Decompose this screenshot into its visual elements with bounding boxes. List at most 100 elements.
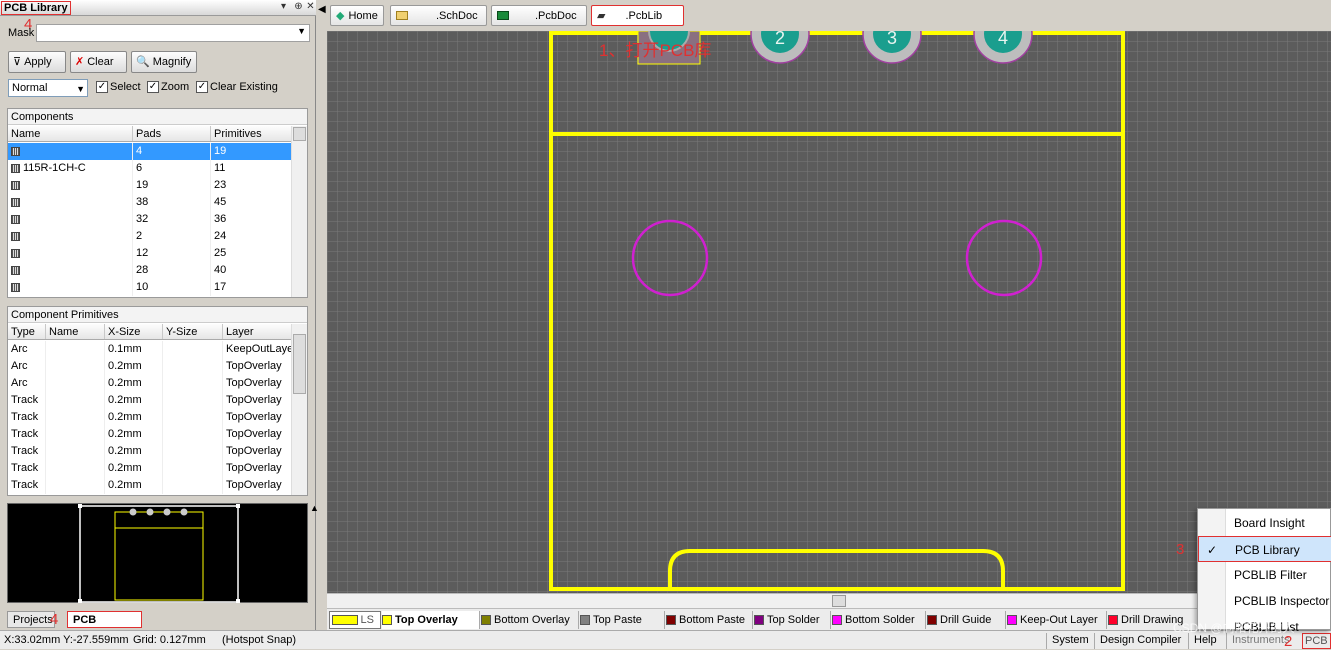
layer-tab[interactable]: Top Solder: [754, 611, 831, 629]
table-row[interactable]: 19 23: [8, 177, 292, 194]
layer-tab[interactable]: Top Paste: [580, 611, 665, 629]
primitive-ysize: [163, 358, 223, 375]
menu-item-label: Board Insight: [1234, 516, 1305, 530]
snap-mode: (Hotspot Snap): [222, 634, 296, 646]
layer-tab[interactable]: Bottom Paste: [666, 611, 753, 629]
mask-label: Mask: [8, 27, 35, 39]
table-row[interactable]: Arc 0.2mm TopOverlay: [8, 375, 292, 392]
col-ysize[interactable]: Y-Size: [163, 324, 223, 339]
tab-pcb-library[interactable]: PCB Library: [67, 611, 142, 642]
layer-color-swatch: [580, 615, 590, 625]
tab-schdoc[interactable]: .SchDoc: [390, 5, 487, 26]
primitive-type: Arc: [8, 358, 46, 375]
primitive-ysize: [163, 460, 223, 477]
scroll-thumb[interactable]: [293, 334, 306, 394]
clear-existing-checkbox[interactable]: ✓ Clear Existing: [196, 81, 278, 93]
pcb-canvas[interactable]: 2 3 4 1、打开PCB库: [327, 4, 1331, 593]
menu-item[interactable]: ✓ PCB Library: [1198, 536, 1331, 562]
menu-item[interactable]: Board Insight: [1198, 510, 1331, 536]
layer-tab-label: Top Overlay: [395, 614, 458, 626]
zoom-checkbox[interactable]: ✓ Zoom: [147, 81, 189, 93]
table-row[interactable]: Track 0.2mm TopOverlay: [8, 409, 292, 426]
pcbdoc-icon: [497, 11, 509, 20]
apply-button[interactable]: ⊽ Apply: [8, 51, 66, 73]
table-row[interactable]: 115R-1CH-C 6 11: [8, 160, 292, 177]
layer-tab[interactable]: LS: [329, 611, 381, 629]
table-row[interactable]: Track 0.2mm TopOverlay: [8, 460, 292, 477]
component-icon: [11, 282, 20, 292]
table-row[interactable]: 4 19: [8, 143, 292, 160]
primitive-layer: TopOverlay: [223, 358, 292, 375]
col-name[interactable]: Name: [46, 324, 105, 339]
home-icon: ◆: [336, 10, 345, 22]
chevron-up-icon[interactable]: ▲: [310, 503, 319, 513]
primitive-name: [46, 358, 105, 375]
components-scrollbar[interactable]: [291, 126, 307, 297]
chevron-down-icon[interactable]: ▼: [297, 26, 306, 36]
table-row[interactable]: Track 0.2mm TopOverlay: [8, 477, 292, 494]
col-type[interactable]: Type: [8, 324, 46, 339]
layer-tab-label: Top Solder: [767, 614, 820, 626]
layer-tab-label: Keep-Out Layer: [1020, 614, 1098, 626]
tab-pcblib[interactable]: ▰ .PcbLib: [591, 5, 684, 26]
layer-tab-label: Top Paste: [593, 614, 642, 626]
table-row[interactable]: Track 0.2mm TopOverlay: [8, 392, 292, 409]
system-button[interactable]: System: [1046, 633, 1094, 649]
col-xsize[interactable]: X-Size: [105, 324, 163, 339]
component-icon: [11, 146, 20, 156]
clear-button[interactable]: ✗ Clear: [70, 51, 127, 73]
primitive-xsize: 0.2mm: [105, 375, 163, 392]
mode-select[interactable]: Normal ▼: [8, 79, 88, 97]
primitive-layer: TopOverlay: [223, 392, 292, 409]
table-row[interactable]: 10 17: [8, 279, 292, 296]
menu-item[interactable]: PCBLIB Filter: [1198, 562, 1331, 588]
layer-tab[interactable]: Drill Guide: [927, 611, 1006, 629]
magnify-button[interactable]: 🔍 Magnify: [131, 51, 197, 73]
component-icon: [11, 248, 20, 258]
component-icon: [11, 180, 20, 190]
primitive-type: Track: [8, 460, 46, 477]
panel-menu-icon[interactable]: ▾: [277, 1, 290, 12]
table-row[interactable]: 32 36: [8, 211, 292, 228]
primitive-layer: TopOverlay: [223, 375, 292, 392]
component-name-cell: [8, 143, 133, 160]
table-row[interactable]: Track 0.2mm TopOverlay: [8, 426, 292, 443]
primitive-name: [46, 426, 105, 443]
primitive-xsize: 0.2mm: [105, 392, 163, 409]
component-icon: [11, 265, 20, 275]
table-row[interactable]: Track 0.2mm TopOverlay: [8, 443, 292, 460]
panel-title: PCB Library: [1, 1, 71, 15]
layer-tab[interactable]: Keep-Out Layer: [1007, 611, 1107, 629]
canvas-hscrollbar[interactable]: [327, 593, 1331, 608]
primitives-scrollbar[interactable]: [291, 324, 307, 495]
primitive-type: Track: [8, 392, 46, 409]
layer-tab[interactable]: Bottom Solder: [832, 611, 926, 629]
select-checkbox[interactable]: ✓ Select: [96, 81, 141, 93]
pcblib-icon: ▰: [597, 10, 606, 22]
col-name[interactable]: Name: [8, 126, 133, 141]
table-row[interactable]: Arc 0.2mm TopOverlay: [8, 358, 292, 375]
tab-projects[interactable]: Projects: [7, 611, 55, 628]
tab-home[interactable]: ◆ Home: [330, 5, 384, 26]
component-pads: 28: [133, 262, 211, 279]
zoom-label: Zoom: [161, 81, 190, 93]
table-row[interactable]: 2 24: [8, 228, 292, 245]
col-pads[interactable]: Pads: [133, 126, 211, 141]
layer-tab[interactable]: Top Overlay: [382, 611, 480, 629]
component-preview[interactable]: [7, 503, 308, 603]
table-row[interactable]: 38 45: [8, 194, 292, 211]
layer-tab[interactable]: Bottom Overlay: [481, 611, 579, 629]
col-layer[interactable]: Layer: [223, 324, 292, 339]
col-primitives[interactable]: Primitives: [211, 126, 292, 141]
table-row[interactable]: 28 40: [8, 262, 292, 279]
chevron-down-icon[interactable]: ▼: [76, 81, 85, 97]
scroll-thumb[interactable]: [293, 127, 306, 141]
chevron-left-icon[interactable]: ◀: [318, 4, 326, 15]
tab-pcbdoc[interactable]: .PcbDoc: [491, 5, 587, 26]
table-row[interactable]: Arc 0.1mm KeepOutLaye: [8, 341, 292, 358]
scroll-thumb[interactable]: [832, 595, 846, 607]
mask-input[interactable]: ▼: [36, 24, 310, 42]
menu-item[interactable]: PCBLIB Inspector: [1198, 588, 1331, 614]
table-row[interactable]: 12 25: [8, 245, 292, 262]
primitive-name: [46, 477, 105, 494]
